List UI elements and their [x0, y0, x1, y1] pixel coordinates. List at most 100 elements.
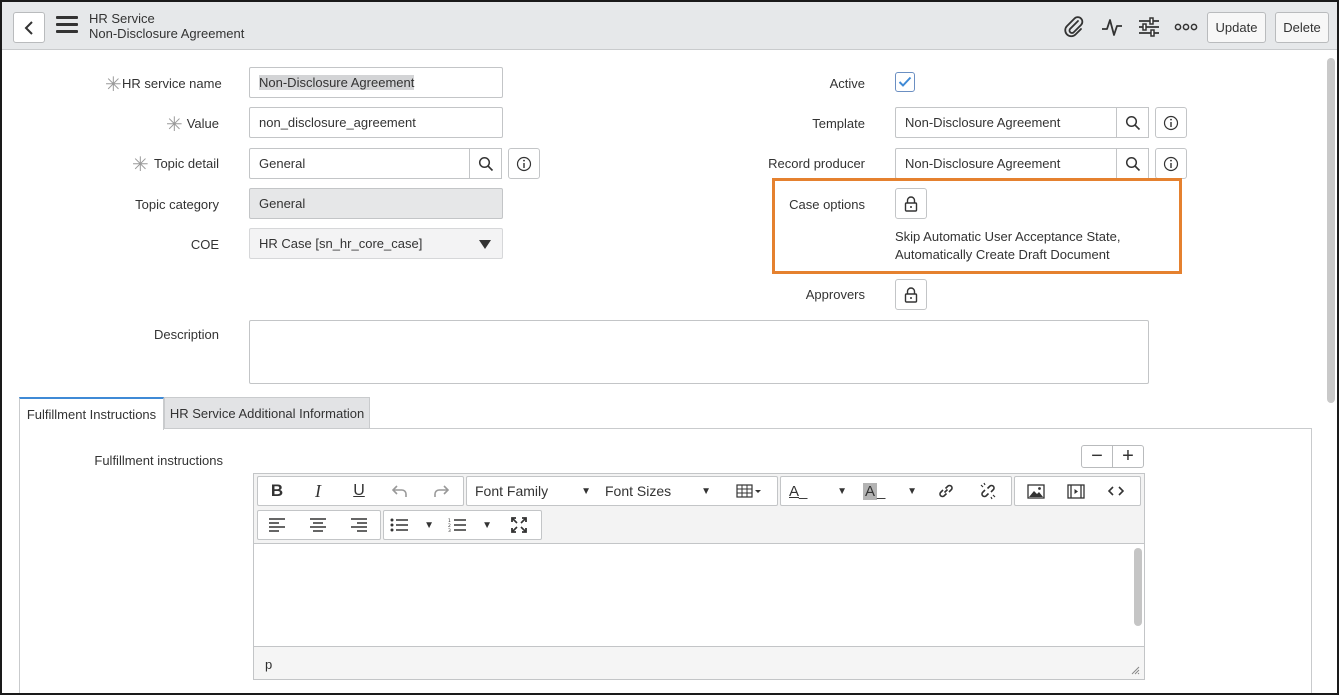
hr-service-name-field[interactable]: Non-Disclosure Agreement: [249, 67, 503, 98]
list-group: ▼ 123 ▼: [383, 510, 542, 540]
required-icon: ✳: [166, 114, 183, 136]
lock-icon: [904, 286, 918, 303]
fullscreen-icon[interactable]: [504, 511, 534, 539]
info-icon: [1163, 115, 1179, 130]
tab-fulfillment-instructions[interactable]: Fulfillment Instructions: [19, 397, 164, 430]
hr-service-name-value: Non-Disclosure Agreement: [259, 75, 415, 90]
case-options-unlock-button[interactable]: [895, 188, 927, 219]
lock-icon: [904, 195, 918, 212]
info-icon: [1163, 156, 1179, 171]
text-color-icon[interactable]: A _ ▼: [789, 477, 849, 505]
topic-detail-label: Topic detail: [153, 156, 219, 171]
italic-icon[interactable]: I: [303, 477, 333, 505]
description-label: Description: [153, 327, 219, 342]
checkmark-icon: [898, 76, 912, 87]
caret-down-icon: ▼: [581, 485, 591, 497]
record-producer-label: Record producer: [768, 156, 865, 171]
font-group: Font Family ▼ Font Sizes ▼: [466, 476, 778, 506]
template-lookup-button[interactable]: [1116, 107, 1149, 138]
required-icon: ✳: [105, 74, 122, 96]
align-left-icon[interactable]: [262, 511, 292, 539]
value-field[interactable]: non_disclosure_agreement: [249, 107, 503, 138]
case-options-value: Skip Automatic User Acceptance State, Au…: [895, 228, 1120, 264]
editor-scrollbar[interactable]: [1134, 548, 1142, 626]
insert-group: [1014, 476, 1141, 506]
source-code-icon[interactable]: [1101, 477, 1131, 505]
search-icon: [1125, 156, 1140, 171]
coe-label: COE: [190, 237, 219, 252]
color-link-group: A _ ▼ A _ ▼: [780, 476, 1012, 506]
align-right-icon[interactable]: [344, 511, 374, 539]
more-options-icon[interactable]: [1173, 14, 1199, 40]
search-icon: [1125, 115, 1140, 130]
topic-detail-info-button[interactable]: [508, 148, 540, 179]
table-icon[interactable]: [731, 477, 767, 505]
background-color-icon[interactable]: A _ ▼: [863, 477, 919, 505]
description-textarea[interactable]: [249, 320, 1149, 384]
tab-hr-service-additional-information[interactable]: HR Service Additional Information: [164, 397, 370, 429]
required-icon: ✳: [132, 154, 149, 176]
activity-icon[interactable]: [1099, 14, 1125, 40]
paperclip-icon[interactable]: [1061, 14, 1087, 40]
active-checkbox[interactable]: [895, 72, 915, 92]
element-path[interactable]: p: [265, 657, 272, 672]
numbered-list-icon[interactable]: 123 ▼: [448, 511, 494, 539]
active-label: Active: [829, 76, 865, 91]
header-title-table: HR Service: [89, 11, 155, 26]
undo-icon[interactable]: [385, 477, 415, 505]
editor-statusbar: p: [254, 646, 1144, 679]
editor-toolbar: B I U Font Family ▼ Font Sizes ▼ A _ ▼ A…: [254, 474, 1144, 544]
coe-value: HR Case [sn_hr_core_case]: [259, 236, 423, 251]
template-info-button[interactable]: [1155, 107, 1187, 138]
delete-button[interactable]: Delete: [1275, 12, 1329, 43]
record-producer-field[interactable]: Non-Disclosure Agreement: [895, 148, 1118, 179]
unlink-icon[interactable]: [973, 477, 1003, 505]
record-producer-info-button[interactable]: [1155, 148, 1187, 179]
editor-content-area[interactable]: [254, 544, 1144, 646]
font-family-label: Font Family: [475, 483, 549, 499]
resize-handle-icon[interactable]: [1131, 666, 1140, 675]
topic-detail-field[interactable]: General: [249, 148, 471, 179]
caret-down-icon: ▼: [701, 485, 711, 497]
coe-select[interactable]: HR Case [sn_hr_core_case]: [249, 228, 503, 259]
align-center-icon[interactable]: [303, 511, 333, 539]
media-icon[interactable]: [1061, 477, 1091, 505]
chevron-left-icon: [24, 20, 33, 35]
bold-icon[interactable]: B: [262, 477, 292, 505]
link-icon[interactable]: [931, 477, 961, 505]
alignment-group: [257, 510, 381, 540]
settings-sliders-icon[interactable]: [1136, 14, 1162, 40]
svg-text:3: 3: [448, 528, 451, 532]
rich-text-editor: B I U Font Family ▼ Font Sizes ▼ A _ ▼ A…: [253, 473, 1145, 680]
collapse-editor-button[interactable]: −: [1082, 445, 1113, 467]
image-icon[interactable]: [1021, 477, 1051, 505]
page-scrollbar[interactable]: [1327, 58, 1335, 403]
update-button[interactable]: Update: [1207, 12, 1266, 43]
bullet-list-icon[interactable]: ▼: [390, 511, 436, 539]
editor-size-control: − +: [1081, 445, 1144, 468]
topic-category-field: General: [249, 188, 503, 219]
app-window: HR Service Non-Disclosure Agreement Upda…: [0, 0, 1339, 695]
expand-editor-button[interactable]: +: [1113, 445, 1143, 467]
approvers-label: Approvers: [805, 287, 865, 302]
redo-icon[interactable]: [426, 477, 456, 505]
format-group: B I U: [257, 476, 464, 506]
template-field[interactable]: Non-Disclosure Agreement: [895, 107, 1118, 138]
menu-icon[interactable]: [56, 16, 78, 36]
topic-detail-lookup-button[interactable]: [469, 148, 502, 179]
template-label: Template: [812, 116, 865, 131]
underline-icon[interactable]: U: [344, 477, 374, 505]
font-family-dropdown[interactable]: Font Family ▼: [475, 477, 595, 505]
hr-service-name-label: HR service name: [122, 76, 222, 91]
font-sizes-dropdown[interactable]: Font Sizes ▼: [605, 477, 715, 505]
caret-down-icon: [479, 240, 491, 249]
form-header: HR Service Non-Disclosure Agreement Upda…: [2, 2, 1337, 50]
approvers-unlock-button[interactable]: [895, 279, 927, 310]
font-sizes-label: Font Sizes: [605, 483, 672, 499]
value-label: Value: [186, 116, 219, 131]
fulfillment-instructions-label: Fulfillment instructions: [94, 453, 223, 468]
record-producer-lookup-button[interactable]: [1116, 148, 1149, 179]
case-option-item: Skip Automatic User Acceptance State,: [895, 229, 1121, 244]
back-button[interactable]: [13, 12, 45, 43]
header-title: HR Service Non-Disclosure Agreement: [89, 11, 244, 41]
